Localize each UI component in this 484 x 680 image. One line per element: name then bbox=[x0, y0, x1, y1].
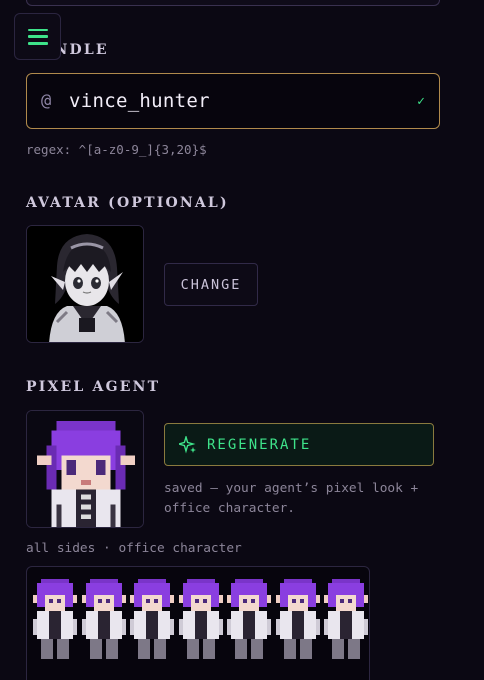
menu-button[interactable] bbox=[14, 13, 61, 60]
handle-hint: regex: ^[a-z0-9_]{3,20}$ bbox=[26, 142, 207, 157]
previous-field-edge bbox=[26, 0, 440, 6]
sprite-frame bbox=[275, 575, 320, 679]
sprite-frame bbox=[227, 575, 271, 679]
avatar-section-title: AVATAR (OPTIONAL) bbox=[26, 195, 229, 211]
sprite-frame bbox=[324, 575, 368, 679]
pixel-agent-section-title: PIXEL AGENT bbox=[26, 379, 161, 395]
at-prefix: @ bbox=[41, 91, 52, 111]
sprite-sheet bbox=[26, 566, 370, 680]
hamburger-menu-icon bbox=[27, 28, 48, 45]
regenerate-button[interactable]: REGENERATE bbox=[164, 423, 434, 466]
sprite-frame bbox=[130, 575, 174, 679]
sprite-frame bbox=[33, 575, 77, 679]
pixel-agent-portrait bbox=[26, 410, 144, 528]
check-icon: ✓ bbox=[417, 93, 425, 109]
sprite-frame bbox=[81, 575, 126, 679]
sprite-frame bbox=[178, 575, 223, 679]
change-avatar-button[interactable]: CHANGE bbox=[164, 263, 258, 306]
regenerate-label: REGENERATE bbox=[207, 436, 312, 453]
sparkles-icon bbox=[179, 435, 196, 453]
sides-label: all sides · office character bbox=[26, 541, 242, 556]
avatar-image bbox=[26, 225, 144, 343]
handle-value[interactable]: vince_hunter bbox=[69, 90, 417, 112]
saved-note: saved — your agent’s pixel look + office… bbox=[164, 481, 419, 516]
handle-input[interactable]: @ vince_hunter ✓ bbox=[26, 73, 440, 129]
